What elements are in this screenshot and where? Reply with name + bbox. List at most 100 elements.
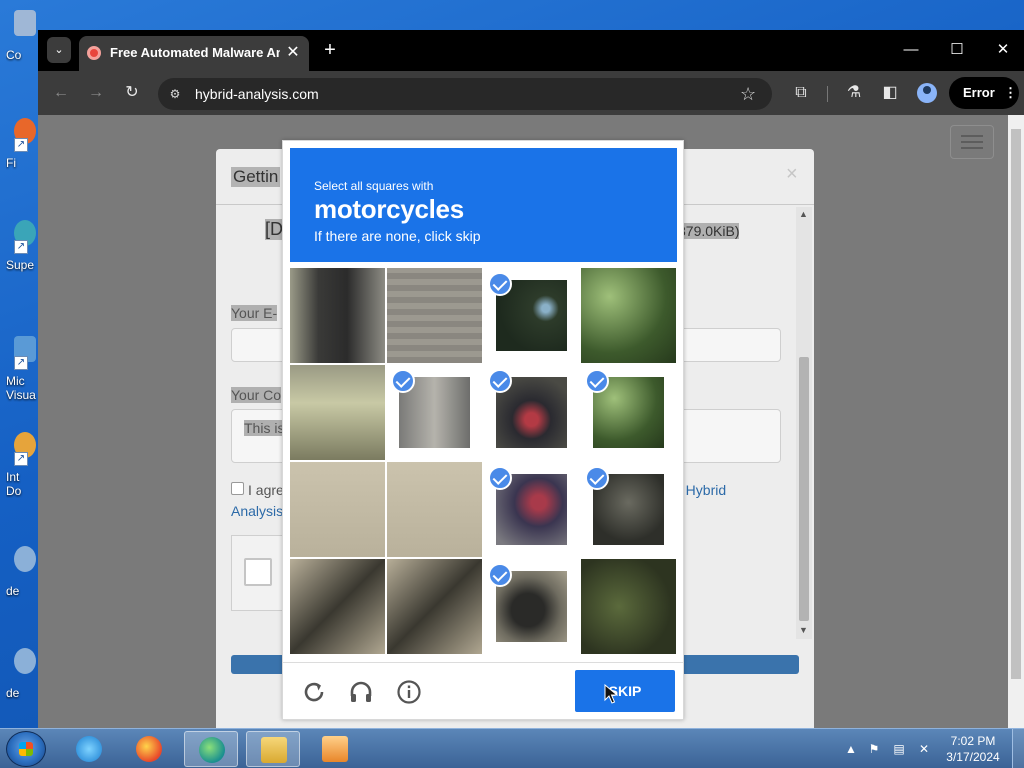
recaptcha-checkbox[interactable]	[244, 558, 272, 586]
tab-search-button[interactable]: ⌄	[47, 37, 71, 63]
comment-text: This is	[244, 420, 285, 436]
desktop-icon-super[interactable]: ↗ Supe	[0, 220, 40, 282]
start-button[interactable]	[6, 731, 46, 767]
challenge-tile[interactable]	[581, 365, 676, 460]
scroll-down-icon[interactable]: ▼	[799, 625, 808, 635]
challenge-tile[interactable]	[581, 559, 676, 654]
system-clock[interactable]: 7:02 PM 3/17/2024	[940, 733, 1006, 765]
taskbar-explorer[interactable]	[246, 731, 300, 767]
selected-check-icon	[488, 272, 512, 296]
desktop-icon-internet-download[interactable]: ↗ Int Do	[0, 432, 40, 498]
scroll-up-icon[interactable]: ▲	[799, 209, 808, 219]
challenge-tile[interactable]	[290, 462, 385, 557]
volume-muted-icon[interactable]: ✕	[916, 741, 932, 757]
app-icon	[14, 546, 36, 572]
tab-hybrid-analysis[interactable]: Free Automated Malware Anal ✕	[79, 36, 309, 71]
tile-image	[387, 462, 482, 557]
desktop-icon-de-2[interactable]: de	[0, 648, 40, 710]
taskbar-ie[interactable]	[62, 731, 116, 767]
taskbar-edge[interactable]	[184, 731, 238, 767]
maximize-button[interactable]: ☐	[945, 38, 969, 62]
explorer-icon	[261, 737, 287, 763]
challenge-tile[interactable]	[387, 462, 482, 557]
tile-image	[290, 365, 385, 460]
shortcut-arrow-icon: ↗	[14, 452, 28, 466]
tile-image	[387, 559, 482, 654]
show-desktop-button[interactable]	[1012, 729, 1024, 768]
challenge-tile[interactable]	[387, 559, 482, 654]
recaptcha-challenge: Select all squares with motorcycles If t…	[282, 140, 684, 720]
scroll-thumb[interactable]	[799, 357, 809, 621]
challenge-hint: If there are none, click skip	[314, 228, 481, 244]
tab-close-icon[interactable]: ✕	[284, 43, 302, 63]
new-tab-button[interactable]: +	[319, 39, 341, 61]
modal-close-button[interactable]: ×	[786, 163, 798, 186]
challenge-tile[interactable]	[581, 268, 676, 363]
page-scroll-thumb[interactable]	[1011, 129, 1021, 679]
minimize-button[interactable]: —	[899, 38, 923, 62]
desktop-icon-computer[interactable]: Co	[0, 10, 40, 72]
audio-challenge-icon[interactable]	[348, 679, 374, 705]
hamburger-menu-button[interactable]	[950, 125, 994, 159]
computer-icon	[14, 10, 36, 36]
error-label: Error	[963, 85, 995, 100]
taskbar-firefox[interactable]	[122, 731, 176, 767]
shortcut-arrow-icon: ↗	[14, 138, 28, 152]
clock-date: 3/17/2024	[946, 750, 1000, 764]
info-icon[interactable]	[396, 679, 422, 705]
desktop-icon-de-1[interactable]: de	[0, 546, 40, 608]
agree-checkbox[interactable]	[231, 482, 244, 495]
comment-label: Your Co	[231, 387, 282, 403]
back-button[interactable]: ←	[50, 82, 72, 104]
menu-kebab-icon: ⋮	[1004, 85, 1017, 100]
modal-title: Gettin	[231, 167, 281, 187]
toolbar-divider	[827, 86, 828, 102]
profile-avatar[interactable]	[917, 83, 937, 103]
challenge-tile[interactable]	[484, 559, 579, 654]
error-button[interactable]: Error ⋮	[949, 77, 1019, 109]
agree-text: I agre	[248, 482, 284, 498]
forward-button[interactable]: →	[85, 82, 107, 104]
bookmark-star-icon[interactable]: ☆	[740, 83, 756, 105]
terms-link-2[interactable]: Analysis	[231, 503, 283, 519]
tile-image	[290, 268, 385, 363]
reload-challenge-icon[interactable]	[301, 679, 327, 705]
action-center-flag-icon[interactable]: ⚑	[866, 741, 882, 757]
challenge-tile[interactable]	[581, 462, 676, 557]
side-panel-icon[interactable]: ◧	[879, 82, 901, 104]
url-text[interactable]: hybrid-analysis.com	[195, 86, 319, 102]
tile-image	[290, 559, 385, 654]
tab-bar: ⌄ Free Automated Malware Anal ✕ + — ☐ ✕	[38, 30, 1024, 71]
site-info-icon[interactable]: ⚙	[167, 86, 183, 102]
skip-button[interactable]: SKIP	[575, 670, 675, 712]
file-name-text: [D	[265, 219, 283, 240]
firefox-icon	[136, 736, 162, 762]
desktop-icon-firefox[interactable]: ↗ Fi	[0, 118, 40, 180]
tile-image	[290, 462, 385, 557]
reload-button[interactable]: ↻	[121, 82, 143, 104]
challenge-tile[interactable]	[484, 268, 579, 363]
selected-check-icon	[488, 563, 512, 587]
network-icon[interactable]: ▤	[891, 741, 907, 757]
challenge-tile[interactable]	[387, 365, 482, 460]
close-window-button[interactable]: ✕	[991, 38, 1015, 62]
selected-check-icon	[585, 466, 609, 490]
labs-flask-icon[interactable]: ⚗	[843, 82, 865, 104]
extensions-icon[interactable]: ⧉	[790, 82, 812, 104]
tab-title: Free Automated Malware Anal	[110, 45, 280, 60]
challenge-tile[interactable]	[290, 559, 385, 654]
challenge-instruction: Select all squares with	[314, 179, 434, 193]
tray-overflow-icon[interactable]: ▲	[843, 741, 859, 757]
challenge-tile[interactable]	[484, 365, 579, 460]
address-bar[interactable]: ⚙ hybrid-analysis.com ☆	[158, 78, 772, 110]
shortcut-arrow-icon: ↗	[14, 356, 28, 370]
modal-scrollbar[interactable]: ▲ ▼	[796, 207, 812, 639]
challenge-tile[interactable]	[387, 268, 482, 363]
challenge-tile[interactable]	[290, 268, 385, 363]
page-scrollbar[interactable]	[1008, 115, 1024, 728]
challenge-tile[interactable]	[290, 365, 385, 460]
challenge-tile[interactable]	[484, 462, 579, 557]
taskbar-media-player[interactable]	[308, 731, 362, 767]
desktop-icon-visual-studio[interactable]: ↗ Mic Visua	[0, 336, 40, 402]
browser-toolbar: ← → ↻ ⚙ hybrid-analysis.com ☆ ⧉ ⚗ ◧ Erro…	[38, 71, 1024, 115]
